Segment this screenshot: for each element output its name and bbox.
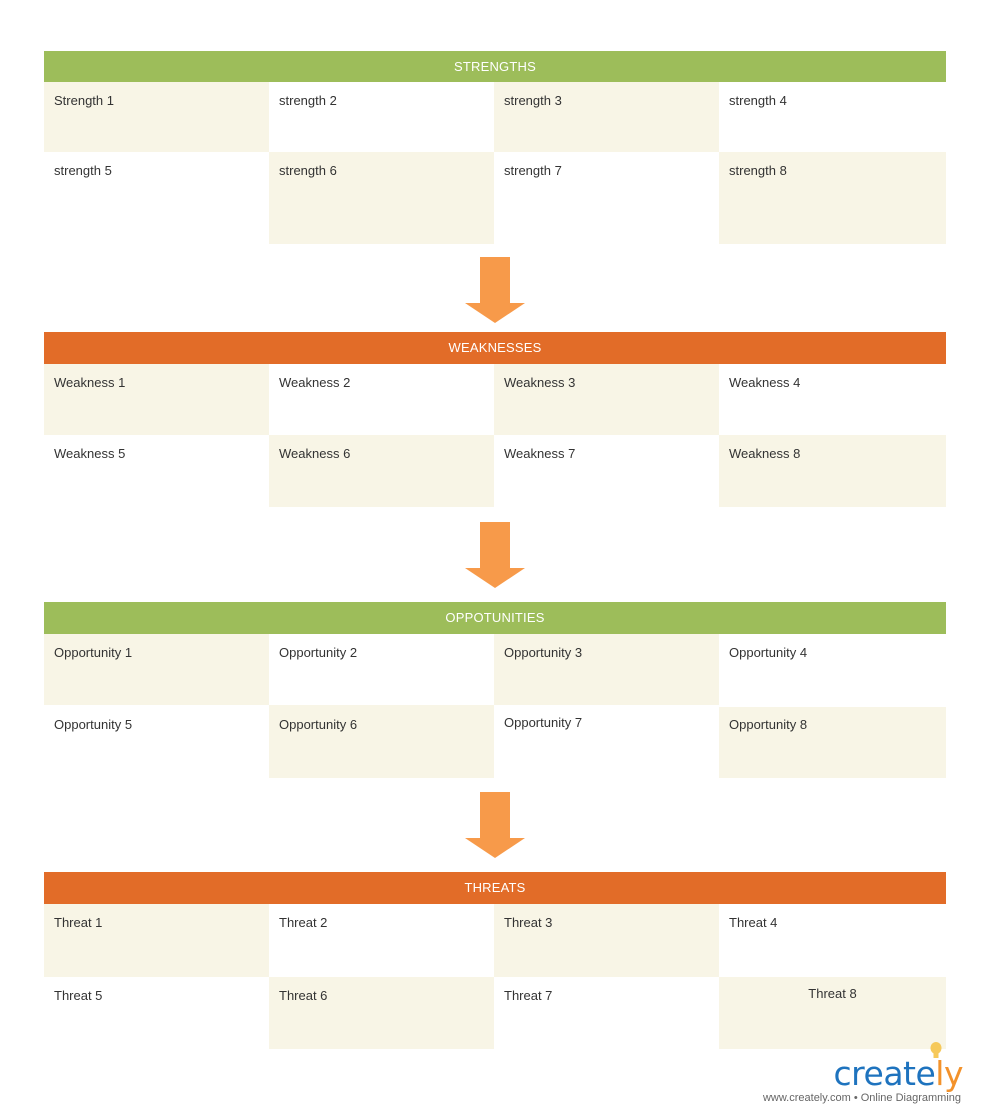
opportunity-text: Opportunity 3 [504, 645, 583, 660]
weakness-cell[interactable]: Weakness 3 [494, 364, 719, 435]
opportunity-text: Opportunity 8 [729, 717, 808, 732]
strength-text: strength 3 [504, 93, 562, 108]
threats-header: THREATS [44, 872, 946, 904]
weakness-cell[interactable]: Weakness 8 [719, 435, 946, 507]
opportunity-cell[interactable]: Opportunity 5 [44, 705, 269, 778]
threat-text: Threat 2 [279, 915, 328, 930]
strength-cell[interactable]: strength 3 [494, 82, 719, 152]
weakness-text: Weakness 4 [729, 375, 801, 390]
weakness-cell[interactable]: Weakness 6 [269, 435, 494, 507]
opportunity-cell[interactable]: Opportunity 7 [494, 705, 719, 778]
strength-text: strength 8 [729, 163, 787, 178]
weaknesses-header: WEAKNESSES [44, 332, 946, 364]
strength-cell[interactable]: strength 2 [269, 82, 494, 152]
strength-text: strength 5 [54, 163, 112, 178]
weakness-text: Weakness 2 [279, 375, 351, 390]
strengths-header: STRENGTHS [44, 51, 946, 82]
weakness-text: Weakness 3 [504, 375, 576, 390]
threat-cell[interactable]: Threat 7 [494, 977, 719, 1049]
threat-text: Threat 7 [504, 988, 553, 1003]
opportunity-text: Opportunity 7 [504, 715, 583, 730]
threat-cell[interactable]: Threat 3 [494, 904, 719, 977]
threat-cell[interactable]: Threat 2 [269, 904, 494, 977]
down-arrow-icon [465, 257, 525, 323]
threat-cell[interactable]: Threat 8 [719, 977, 946, 1049]
weakness-text: Weakness 8 [729, 446, 801, 461]
weakness-text: Weakness 5 [54, 446, 126, 461]
opportunity-text: Opportunity 5 [54, 717, 133, 732]
logo-accent-text: ly [935, 1054, 963, 1093]
weakness-text: Weakness 7 [504, 446, 576, 461]
threat-text: Threat 4 [729, 915, 778, 930]
threat-cell[interactable]: Threat 1 [44, 904, 269, 977]
opportunity-cell[interactable]: Opportunity 8 [719, 707, 946, 778]
strength-text: strength 2 [279, 93, 337, 108]
strength-cell[interactable]: strength 5 [44, 152, 269, 244]
logo-wordmark: creately [833, 1054, 964, 1093]
strength-cell[interactable]: Strength 1 [44, 82, 269, 152]
strength-text: strength 6 [279, 163, 337, 178]
opportunity-text: Opportunity 1 [54, 645, 133, 660]
opportunity-text: Opportunity 6 [279, 717, 358, 732]
threat-cell[interactable]: Threat 4 [719, 904, 946, 977]
weakness-cell[interactable]: Weakness 2 [269, 364, 494, 435]
weakness-text: Weakness 6 [279, 446, 351, 461]
opportunities-header: OPPOTUNITIES [44, 602, 946, 634]
strength-text: strength 7 [504, 163, 562, 178]
logo-tagline: www.creately.com • Online Diagramming [762, 1092, 961, 1104]
strength-text: strength 4 [729, 93, 787, 108]
weakness-cell[interactable]: Weakness 4 [719, 364, 946, 435]
logo-main-text: create [833, 1054, 936, 1093]
strength-cell[interactable]: strength 4 [719, 82, 946, 152]
creately-logo: creately www.creately.com • Online Diagr… [750, 1042, 975, 1112]
opportunity-cell[interactable]: Opportunity 1 [44, 634, 269, 705]
threat-text: Threat 8 [808, 986, 857, 1001]
down-arrow-icon [465, 792, 525, 858]
opportunity-cell[interactable]: Opportunity 2 [269, 634, 494, 705]
threat-text: Threat 6 [279, 988, 328, 1003]
weakness-text: Weakness 1 [54, 375, 126, 390]
opportunity-text: Opportunity 4 [729, 645, 808, 660]
opportunity-cell[interactable]: Opportunity 3 [494, 634, 719, 705]
strength-cell[interactable]: strength 8 [719, 152, 946, 244]
opportunity-cell[interactable]: Opportunity 6 [269, 705, 494, 778]
opportunity-text: Opportunity 2 [279, 645, 358, 660]
weakness-cell[interactable]: Weakness 7 [494, 435, 719, 507]
threat-text: Threat 5 [54, 988, 103, 1003]
strength-text: Strength 1 [54, 93, 114, 108]
threat-text: Threat 3 [504, 915, 553, 930]
down-arrow-icon [465, 522, 525, 588]
weakness-cell[interactable]: Weakness 1 [44, 364, 269, 435]
weakness-cell[interactable]: Weakness 5 [44, 435, 269, 507]
threat-cell[interactable]: Threat 6 [269, 977, 494, 1049]
threat-text: Threat 1 [54, 915, 103, 930]
strength-cell[interactable]: strength 6 [269, 152, 494, 244]
threat-cell[interactable]: Threat 5 [44, 977, 269, 1049]
strength-cell[interactable]: strength 7 [494, 152, 719, 244]
opportunity-cell[interactable]: Opportunity 4 [719, 634, 946, 705]
